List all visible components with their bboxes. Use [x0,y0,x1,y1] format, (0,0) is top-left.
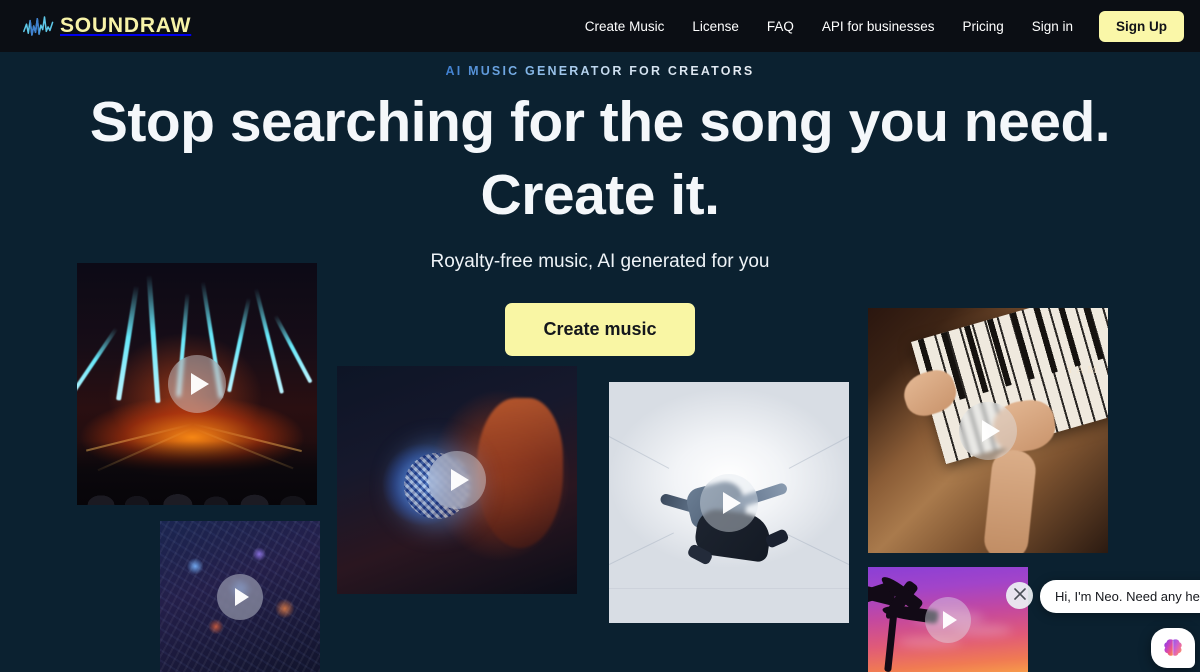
hero-cta-wrapper: Create music [0,303,1200,356]
create-music-button[interactable]: Create music [505,303,695,356]
sign-up-button[interactable]: Sign Up [1099,10,1184,42]
gallery-card-city-night[interactable] [160,521,320,672]
hero-subhead: Royalty-free music, AI generated for you [430,251,770,272]
headline-line-2: Create it. [480,163,720,227]
chat-greeting-bubble[interactable]: Hi, I'm Neo. Need any help? [1040,580,1200,613]
play-icon[interactable] [700,473,758,532]
brand-name: SOUNDRAW [60,14,192,37]
nav-item-sign-in[interactable]: Sign in [1018,13,1087,40]
hero-section: AI MUSIC GENERATOR FOR CREATORS Stop sea… [0,52,1200,356]
nav-item-license[interactable]: License [678,13,753,40]
gallery-card-disco-ball-woman[interactable] [337,366,577,594]
nav-item-faq[interactable]: FAQ [753,13,808,40]
play-icon[interactable] [428,451,486,509]
neo-brain-icon [1161,636,1185,660]
chat-close-button[interactable] [1006,582,1033,609]
nav-item-pricing[interactable]: Pricing [948,13,1017,40]
play-icon[interactable] [168,355,226,413]
nav-item-api[interactable]: API for businesses [808,13,949,40]
headline-line-1: Stop searching for the song you need. [89,90,1111,154]
chat-launcher-button[interactable] [1151,628,1195,668]
gallery-card-breakdancer[interactable] [609,382,849,623]
waveform-icon [22,13,58,39]
play-icon[interactable] [925,596,971,643]
brand-logo[interactable]: SOUNDRAW [22,13,191,39]
hero-eyebrow: AI MUSIC GENERATOR FOR CREATORS [445,64,755,78]
gallery-card-palm-sunset[interactable] [868,567,1028,672]
hero-headline: Stop searching for the song you need. Cr… [0,94,1200,224]
close-icon [1013,588,1026,603]
nav-item-create-music[interactable]: Create Music [571,13,679,40]
piano-brand-text: YAM [1066,364,1100,376]
site-header: SOUNDRAW Create Music License FAQ API fo… [0,0,1200,52]
main-navigation: Create Music License FAQ API for busines… [571,10,1184,42]
play-icon[interactable] [217,573,263,620]
play-icon[interactable] [959,401,1017,460]
